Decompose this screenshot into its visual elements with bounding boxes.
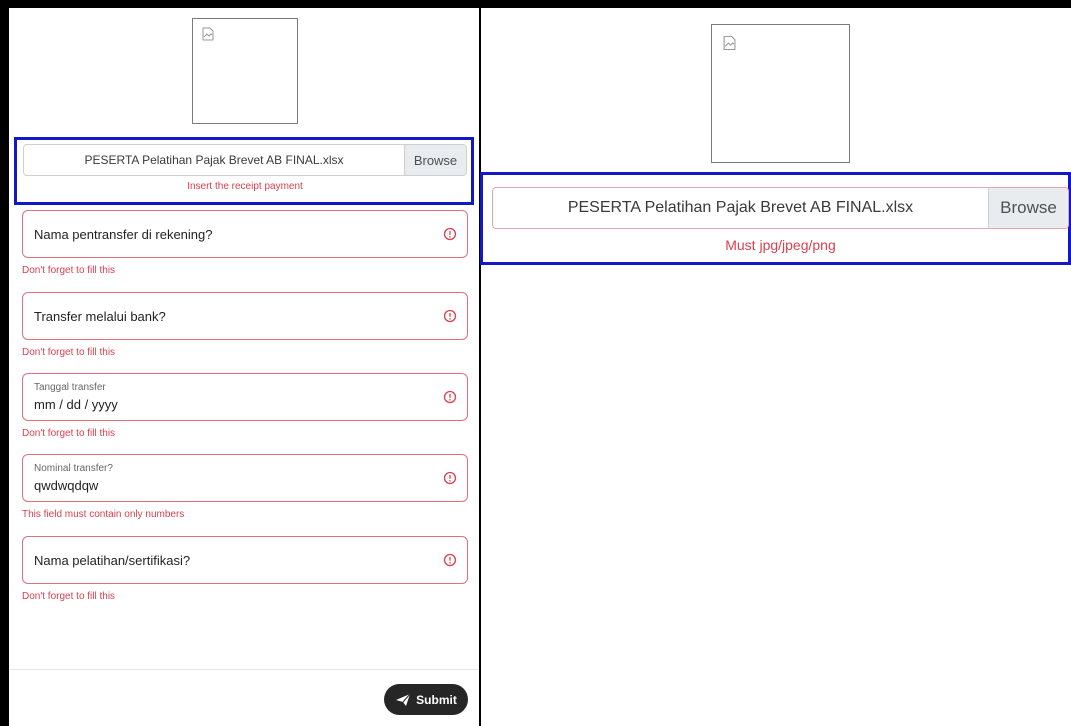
transfer-date-label: Tanggal transfer [34,382,106,393]
receipt-file-name: PESERTA Pelatihan Pajak Brevet AB FINAL.… [84,153,344,167]
broken-image-icon [723,35,736,51]
receipt-error-message: Must jpg/jpeg/png [725,237,836,253]
alert-circle-icon [443,227,457,241]
receipt-file-name: PESERTA Pelatihan Pajak Brevet AB FINAL.… [567,199,914,216]
transfer-bank-field[interactable]: Transfer melalui bank? [22,292,468,340]
browse-button[interactable]: Browse [988,188,1068,228]
transfer-date-field[interactable]: Tanggal transfer mm / dd / yyyy [22,373,468,421]
browse-button[interactable]: Browse [404,145,466,175]
transfer-date-value: mm / dd / yyyy [34,397,118,412]
alert-circle-icon [443,390,457,404]
account-holder-name-label: Nama pentransfer di rekening? [34,227,213,242]
training-name-error: Don't forget to fill this [22,591,116,602]
receipt-file-input[interactable]: PESERTA Pelatihan Pajak Brevet AB FINAL.… [492,187,1069,229]
receipt-image-preview [711,24,850,163]
transfer-amount-label: Nominal transfer? [34,463,113,474]
transfer-amount-error: This field must contain only numbers [22,509,185,520]
footer-divider [9,669,479,670]
alert-circle-icon [443,309,457,323]
transfer-amount-value: qwdwqdqw [34,478,99,493]
alert-circle-icon [443,471,457,485]
paper-plane-icon [396,693,411,706]
training-name-field[interactable]: Nama pelatihan/sertifikasi? [22,536,468,584]
account-holder-name-error: Don't forget to fill this [22,265,116,276]
submit-button[interactable]: Submit [384,684,468,715]
receipt-error-message: Insert the receipt payment [187,181,303,192]
training-name-label: Nama pelatihan/sertifikasi? [34,553,191,568]
transfer-amount-field[interactable]: Nominal transfer? qwdwqdqw [22,454,468,502]
broken-image-icon [202,27,214,41]
account-holder-name-field[interactable]: Nama pentransfer di rekening? [22,210,468,258]
transfer-date-error: Don't forget to fill this [22,428,116,439]
receipt-file-input[interactable]: PESERTA Pelatihan Pajak Brevet AB FINAL.… [23,144,467,176]
transfer-bank-label: Transfer melalui bank? [34,309,166,324]
receipt-image-preview [192,18,298,124]
alert-circle-icon [443,553,457,567]
transfer-bank-error: Don't forget to fill this [22,347,116,358]
submit-label: Submit [416,692,457,707]
